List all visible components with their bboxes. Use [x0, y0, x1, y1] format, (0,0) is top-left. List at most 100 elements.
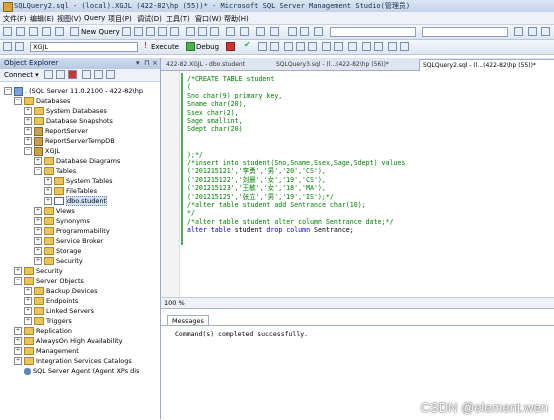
tree-backup-devices[interactable]: + Backup Devices: [24, 286, 98, 296]
find-icon[interactable]: [514, 27, 523, 36]
tree-system-tables[interactable]: + System Tables: [44, 176, 113, 186]
close-icon[interactable]: ×: [152, 59, 158, 67]
debug-icon[interactable]: [186, 42, 195, 51]
tree-alwayson[interactable]: + AlwaysOn High Availability: [14, 336, 123, 346]
undo-icon[interactable]: [226, 27, 235, 36]
tree-reportservertempdb[interactable]: + ReportServerTempDB: [24, 136, 115, 146]
expand-icon[interactable]: +: [44, 197, 52, 205]
tree-db-security[interactable]: + Security: [34, 256, 83, 266]
mdx-query-icon[interactable]: [146, 27, 155, 36]
results-to-file-icon[interactable]: [308, 42, 317, 51]
collapse-icon[interactable]: −: [4, 87, 12, 95]
comment-icon[interactable]: [362, 42, 371, 51]
connect-icon[interactable]: [3, 42, 12, 51]
solution-config-dropdown[interactable]: [330, 27, 416, 37]
expand-icon[interactable]: +: [44, 187, 52, 195]
tree-sql-agent[interactable]: SQL Server Agent (Agent XPs dis: [24, 366, 140, 376]
menu-window[interactable]: 窗口(W): [195, 14, 221, 24]
cut-icon[interactable]: [186, 27, 195, 36]
open-file-icon[interactable]: [29, 27, 38, 36]
expand-icon[interactable]: +: [14, 347, 22, 355]
menu-project[interactable]: 项目(P): [108, 14, 132, 24]
disconnect-icon[interactable]: [56, 70, 65, 79]
tree-databases[interactable]: − Databases: [14, 96, 70, 106]
auto-hide-icon[interactable]: ⊓: [144, 59, 149, 67]
copy-icon[interactable]: [198, 27, 207, 36]
tree-reportserver[interactable]: + ReportServer: [24, 126, 88, 136]
expand-icon[interactable]: +: [34, 237, 42, 245]
activity-monitor-icon[interactable]: [288, 27, 297, 36]
save-all-icon[interactable]: [55, 27, 64, 36]
expand-icon[interactable]: +: [14, 267, 22, 275]
expand-icon[interactable]: +: [14, 327, 22, 335]
menu-debug[interactable]: 调试(D): [137, 14, 162, 24]
filter-icon[interactable]: [82, 70, 91, 79]
expand-icon[interactable]: +: [24, 117, 32, 125]
results-to-grid-icon[interactable]: [296, 42, 305, 51]
expand-icon[interactable]: +: [14, 357, 22, 365]
expand-icon[interactable]: +: [24, 297, 32, 305]
summary-icon[interactable]: [106, 70, 115, 79]
expand-icon[interactable]: +: [34, 217, 42, 225]
tree-management[interactable]: + Management: [14, 346, 79, 356]
tree-database-snapshots[interactable]: + Database Snapshots: [24, 116, 113, 126]
estimated-plan-icon[interactable]: [258, 42, 267, 51]
expand-icon[interactable]: +: [24, 307, 32, 315]
change-connection-icon[interactable]: [15, 42, 24, 51]
tab-sqlquery3[interactable]: SQLQuery3.sql - (l...(422-82\hp (56))*: [273, 59, 419, 70]
parse-icon[interactable]: ✔: [244, 40, 253, 49]
tree-tables[interactable]: − Tables: [34, 166, 76, 176]
collapse-icon[interactable]: −: [34, 167, 42, 175]
execute-button[interactable]: Execute: [151, 43, 179, 51]
template-icon[interactable]: [300, 27, 309, 36]
expand-icon[interactable]: +: [24, 317, 32, 325]
expand-icon[interactable]: +: [14, 337, 22, 345]
new-query-button[interactable]: New Query: [81, 28, 120, 36]
collapse-icon[interactable]: −: [14, 97, 22, 105]
tree-endpoints[interactable]: + Endpoints: [24, 296, 78, 306]
tree-service-broker[interactable]: + Service Broker: [34, 236, 103, 246]
results-to-text-icon[interactable]: [284, 42, 293, 51]
expand-icon[interactable]: +: [34, 207, 42, 215]
zoom-select[interactable]: 100 %: [164, 299, 185, 307]
tree-security[interactable]: + Security: [14, 266, 63, 276]
expand-icon[interactable]: +: [44, 177, 52, 185]
tree-storage[interactable]: + Storage: [34, 246, 81, 256]
client-stats-icon[interactable]: [334, 42, 343, 51]
navigate-forward-icon[interactable]: [270, 27, 279, 36]
properties-icon[interactable]: [528, 27, 537, 36]
tree-programmability[interactable]: + Programmability: [34, 226, 110, 236]
db-engine-query-icon[interactable]: [122, 27, 131, 36]
tree-system-databases[interactable]: + System Databases: [24, 106, 107, 116]
connect-server-icon[interactable]: [44, 70, 53, 79]
tree-triggers[interactable]: + Triggers: [24, 316, 72, 326]
database-select[interactable]: XGJL: [30, 42, 138, 52]
stop-icon[interactable]: [68, 70, 77, 79]
connect-button[interactable]: Connect ▾: [4, 71, 39, 79]
debug-button[interactable]: Debug: [196, 43, 219, 51]
menu-help[interactable]: 帮助(H): [224, 14, 249, 24]
menu-view[interactable]: 视图(V): [57, 14, 81, 24]
tree-linked-servers[interactable]: + Linked Servers: [24, 306, 94, 316]
query-editor[interactable]: /*CREATE TABLE student ( Sno char(9) pri…: [161, 71, 554, 297]
menu-query[interactable]: Query: [84, 14, 105, 22]
cancel-query-icon[interactable]: [226, 42, 235, 51]
save-icon[interactable]: [42, 27, 51, 36]
start-icon[interactable]: [314, 27, 323, 36]
tab-sqlquery2[interactable]: SQLQuery2.sql - (l...(422-82\hp (55))*: [419, 59, 554, 71]
new-project-icon[interactable]: [3, 27, 12, 36]
include-plan-icon[interactable]: [322, 42, 331, 51]
menu-tools[interactable]: 工具(T): [166, 14, 190, 24]
refresh-icon[interactable]: [94, 70, 103, 79]
pin-icon[interactable]: ▾: [136, 59, 140, 67]
tree-replication[interactable]: + Replication: [14, 326, 72, 336]
tree-dbo-student[interactable]: + dbo.student: [44, 196, 108, 206]
menu-file[interactable]: 文件(F): [3, 14, 27, 24]
increase-indent-icon[interactable]: [400, 42, 409, 51]
expand-icon[interactable]: +: [34, 257, 42, 265]
tree-server-objects[interactable]: − Server Objects: [14, 276, 84, 286]
decrease-indent-icon[interactable]: [388, 42, 397, 51]
redo-icon[interactable]: [240, 27, 249, 36]
tab-dbo-student[interactable]: 422-82.XGJL - dbo.student: [163, 59, 273, 70]
expand-icon[interactable]: +: [34, 227, 42, 235]
